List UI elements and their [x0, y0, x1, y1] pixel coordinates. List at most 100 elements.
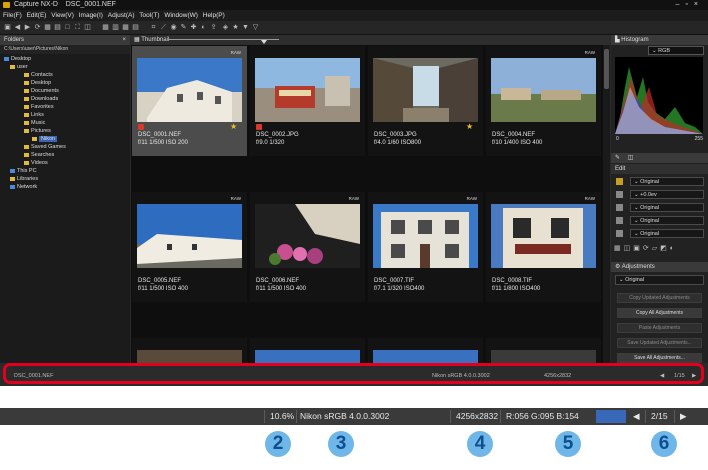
tree-item-network[interactable]: Network [10, 184, 37, 191]
thumbnail-cell[interactable] [368, 338, 483, 363]
menu-adjust[interactable]: Adjust(A) [108, 10, 135, 21]
menu-window[interactable]: Window(W) [164, 10, 198, 21]
tree-item-favorites[interactable]: Favorites [24, 104, 54, 111]
print-icon[interactable]: ▣ [4, 24, 11, 31]
rotate-icon[interactable]: ⟳ [34, 24, 41, 31]
slider-knob[interactable] [261, 40, 267, 44]
edit-tool-icons[interactable]: ▦◫▣⟳▱◩◐ [614, 244, 706, 254]
fullscreen-icon[interactable]: ⛶ [74, 24, 81, 31]
channel-value: RGB [658, 48, 671, 54]
grid4-icon[interactable]: ▤ [132, 24, 139, 31]
tree-item-this-pc[interactable]: This PC [10, 168, 37, 175]
filter2-icon[interactable]: ▽ [252, 24, 259, 31]
viewer-icon[interactable]: □ [64, 24, 71, 31]
thumbnail-scrollbar[interactable] [603, 45, 610, 363]
tree-item-contacts[interactable]: Contacts [24, 72, 53, 79]
adjustments-preset-select[interactable]: ⌄ Original [615, 275, 704, 285]
prev-image-icon[interactable]: ◀ [633, 408, 640, 425]
redeye-icon[interactable]: ◉ [170, 24, 177, 31]
thumbnail-cell[interactable]: RAW DSC_0006.NEF f/11 1/500 ISO 400 [250, 192, 365, 302]
tree-item-downloads[interactable]: Downloads [24, 96, 58, 103]
folder-icon [24, 128, 29, 133]
edit-dropdown[interactable]: ⌄ Original [630, 216, 704, 225]
menu-edit[interactable]: Edit(E) [27, 10, 47, 21]
tree-item-documents[interactable]: Documents [24, 88, 59, 95]
thumbnail-cell[interactable]: RAW DSC_0004.NEF f/10 1/400 ISO 400 [486, 46, 601, 156]
back-icon[interactable]: ◀ [14, 24, 21, 31]
thumbnail-filename: DSC_0008.TIF [492, 278, 533, 284]
thumbnail-cell[interactable] [132, 338, 247, 363]
retouch-icon[interactable]: ✚ [190, 24, 197, 31]
save-updated-adjustments-button[interactable]: Save Updated Adjustments... [617, 338, 702, 348]
filter-icon[interactable]: ▼ [242, 24, 249, 31]
thumbnail-cell[interactable]: RAW ★ DSC_0001.NEF f/11 1/500 ISO 200 [132, 46, 247, 156]
scrollbar-thumb[interactable] [604, 49, 609, 89]
histogram-min: 0 [616, 136, 619, 142]
brush-icon[interactable]: ✎ [180, 24, 187, 31]
menu-image[interactable]: Image(I) [79, 10, 103, 21]
tree-item-searches[interactable]: Searches [24, 152, 54, 159]
next-image-icon[interactable]: ▶ [680, 408, 687, 425]
tree-item-libraries[interactable]: Libraries [10, 176, 38, 183]
menu-file[interactable]: File(F) [3, 10, 22, 21]
tree-item-desktop-sub[interactable]: Desktop [24, 80, 51, 87]
thumbnail-filename: DSC_0002.JPG [256, 132, 299, 138]
copy-updated-adjustments-button[interactable]: Copy Updated Adjustments [617, 293, 702, 303]
label-icon[interactable]: ◈ [222, 24, 229, 31]
thumbnail-cell[interactable]: RAW DSC_0007.TIF f/7.1 1/320 ISO400 [368, 192, 483, 302]
grid3-icon[interactable]: ▦ [122, 24, 129, 31]
filmstrip-icon[interactable]: ▤ [54, 24, 61, 31]
menu-view[interactable]: View(V) [51, 10, 74, 21]
edit-dropdown[interactable]: ⌄ Original [630, 203, 704, 212]
lut-icon[interactable]: ◐ [200, 24, 207, 31]
tree-item-nikon[interactable]: Nikon [32, 136, 58, 143]
copy-all-adjustments-button[interactable]: Copy All Adjustments [617, 308, 702, 318]
compare-icon[interactable]: ◫ [84, 24, 91, 31]
tree-item-videos[interactable]: Videos [24, 160, 48, 167]
thumbnail-cell[interactable]: DSC_0002.JPG f/9.0 1/320 [250, 46, 365, 156]
browser-view-icon[interactable]: ▦ [44, 24, 51, 31]
tree-item-music[interactable]: Music [24, 120, 45, 127]
edit-dropdown[interactable]: ⌄ +0.0ev [630, 190, 704, 199]
window-controls[interactable]: –▫× [676, 0, 704, 10]
compare-tab-icon[interactable]: ◫ [622, 155, 634, 161]
menu-tool[interactable]: Tool(T) [139, 10, 159, 21]
grid-icon[interactable]: ▦ [102, 24, 109, 31]
adjustments-title: Adjustments [621, 264, 655, 270]
menu-help[interactable]: Help(P) [203, 10, 225, 21]
toolbar: ▣ ◀ ▶ ⟳ ▦ ▤ □ ⛶ ◫ ▦ ▥ ▦ ▤ ⌗ ⟋ ◉ ✎ ✚ ◐ ⇪ … [0, 21, 708, 35]
rating-star-icon: ★ [466, 122, 474, 131]
tree-item-links[interactable]: Links [24, 112, 44, 119]
thumbnail-filename: DSC_0006.NEF [256, 278, 300, 284]
thumbnail-filename: DSC_0007.TIF [374, 278, 415, 284]
thumbnail-cell[interactable] [486, 338, 601, 363]
thumbnail-cell[interactable]: RAW DSC_0008.TIF f/11 1/800 ISO400 [486, 192, 601, 302]
tree-item-saved-games[interactable]: Saved Games [24, 144, 66, 151]
save-all-adjustments-button[interactable]: Save All Adjustments... [617, 353, 702, 363]
panel-close-icon[interactable]: × [122, 35, 126, 45]
tree-item-desktop[interactable]: Desktop [4, 56, 31, 63]
histogram-channel-select[interactable]: ⌄ RGB [648, 46, 704, 55]
folder-path[interactable]: C:\Users\user\Pictures\Nikon [0, 45, 130, 54]
folders-panel: Folders × C:\Users\user\Pictures\Nikon D… [0, 35, 130, 363]
crop-icon[interactable]: ⌗ [150, 24, 157, 31]
white-balance-icon [616, 204, 623, 211]
network-icon [10, 184, 15, 189]
rating-star-icon[interactable]: ★ [232, 24, 239, 31]
thumbnail-size-slider[interactable] [169, 39, 279, 44]
forward-icon[interactable]: ▶ [24, 24, 31, 31]
thumbnail-cell[interactable]: RAW DSC_0005.NEF f/11 1/500 ISO 400 [132, 192, 247, 302]
edit-dropdown[interactable]: ⌄ Original [630, 177, 704, 186]
tree-item-pictures[interactable]: Pictures [24, 128, 51, 135]
color-label-icon [138, 124, 144, 130]
edit-tab-icon[interactable]: ✎ [611, 155, 620, 161]
thumbnail-cell[interactable] [250, 338, 365, 363]
paste-adjustments-button[interactable]: Paste Adjustments [617, 323, 702, 333]
straighten-icon[interactable]: ⟋ [160, 24, 167, 31]
thumbnail-cell[interactable]: ★ DSC_0003.JPG f/4.0 1/60 ISO800 [368, 46, 483, 156]
tree-item-user[interactable]: user [10, 64, 28, 71]
grid2-icon[interactable]: ▥ [112, 24, 119, 31]
edit-dropdown[interactable]: ⌄ Original [630, 229, 704, 238]
export-icon[interactable]: ⇪ [210, 24, 217, 31]
raw-badge: RAW [348, 196, 359, 201]
